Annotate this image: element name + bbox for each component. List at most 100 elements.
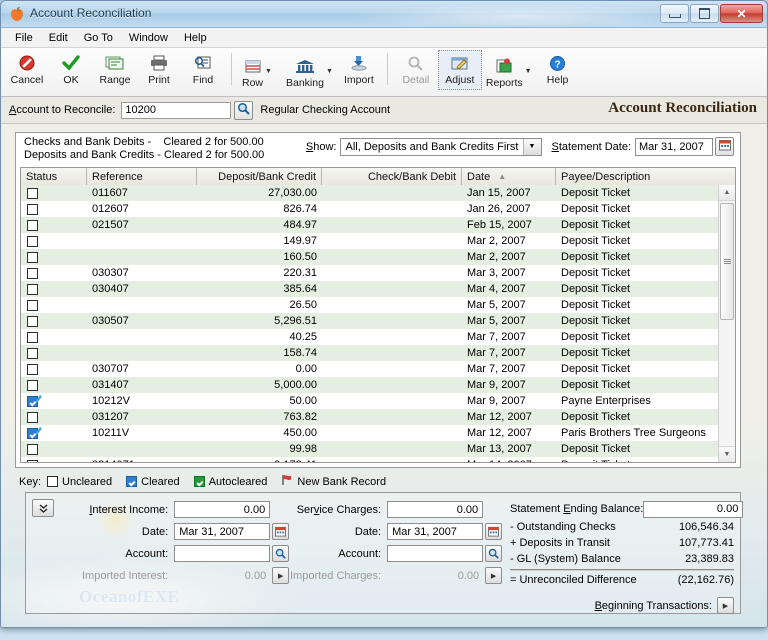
scroll-up-arrow-icon[interactable]: ▲ — [719, 185, 735, 201]
table-row[interactable]: 030407 385.64 Mar 4, 2007 Deposit Ticket — [21, 281, 719, 297]
table-row[interactable]: 158.74 Mar 7, 2007 Deposit Ticket — [21, 345, 719, 361]
scroll-down-arrow-icon[interactable]: ▼ — [719, 446, 735, 462]
row-status-cell[interactable] — [21, 331, 87, 343]
service-charges-input[interactable] — [387, 501, 484, 518]
unchecked-box-icon[interactable] — [27, 331, 38, 343]
row-status-cell[interactable] — [21, 426, 87, 439]
interest-income-input[interactable] — [174, 501, 271, 518]
row-status-cell[interactable] — [21, 379, 87, 391]
table-row[interactable]: 10212V 50.00 Mar 9, 2007 Payne Enterprises — [21, 393, 719, 409]
toolbar-print-button[interactable]: Print — [137, 50, 181, 90]
imported-charges-more-button[interactable]: ▶ — [485, 567, 503, 584]
unchecked-box-icon[interactable] — [27, 347, 38, 359]
unchecked-box-icon[interactable] — [27, 187, 38, 199]
expand-collapse-button[interactable] — [32, 499, 54, 517]
row-status-cell[interactable] — [21, 267, 87, 279]
toolbar-find-button[interactable]: Find — [181, 50, 225, 90]
table-row[interactable]: 031207 763.82 Mar 12, 2007 Deposit Ticket — [21, 409, 719, 425]
unchecked-box-icon[interactable] — [27, 299, 38, 311]
table-row[interactable]: 99.98 Mar 13, 2007 Deposit Ticket — [21, 441, 719, 457]
table-row[interactable]: 160.50 Mar 2, 2007 Deposit Ticket — [21, 249, 719, 265]
chevron-down-icon[interactable]: ▼ — [265, 68, 272, 75]
show-select[interactable]: All, Deposits and Bank Credits First ▼ — [340, 137, 542, 156]
row-status-cell[interactable] — [21, 443, 87, 455]
row-status-cell[interactable] — [21, 235, 87, 247]
imported-interest-more-button[interactable]: ▶ — [272, 567, 290, 584]
unchecked-box-icon[interactable] — [27, 267, 38, 279]
table-row[interactable]: 030707 0.00 Mar 7, 2007 Deposit Ticket — [21, 361, 719, 377]
interest-account-input[interactable] — [174, 545, 271, 562]
table-row[interactable]: 012607 826.74 Jan 26, 2007 Deposit Ticket — [21, 201, 719, 217]
unchecked-box-icon[interactable] — [27, 443, 38, 455]
table-row[interactable]: 03140713,178.41 Mar 14, 2007Deposit Ticke… — [21, 457, 719, 462]
unchecked-box-icon[interactable] — [27, 235, 38, 247]
toolbar-detail-button[interactable]: Detail — [394, 50, 438, 90]
account-lookup-button[interactable] — [234, 100, 254, 120]
toolbar-ok-button[interactable]: OK — [49, 50, 93, 90]
interest-date-calendar-button[interactable] — [272, 523, 290, 540]
unchecked-box-icon[interactable] — [27, 283, 38, 295]
toolbar-adjust-button[interactable]: Adjust — [437, 50, 482, 90]
table-row[interactable]: 031407 5,000.00 Mar 9, 2007 Deposit Ticket — [21, 377, 719, 393]
table-row[interactable]: 26.50 Mar 5, 2007 Deposit Ticket — [21, 297, 719, 313]
row-status-cell[interactable] — [21, 411, 87, 423]
table-row[interactable]: 030507 5,296.51 Mar 5, 2007 Deposit Ticket — [21, 313, 719, 329]
chevron-down-icon[interactable]: ▼ — [326, 68, 333, 75]
table-row[interactable]: 021507 484.97 Feb 15, 2007 Deposit Ticket — [21, 217, 719, 233]
table-row[interactable]: 030307 220.31 Mar 3, 2007 Deposit Ticket — [21, 265, 719, 281]
close-button[interactable]: ✕ — [720, 4, 763, 23]
column-header-reference[interactable]: Reference — [87, 168, 197, 185]
column-header-date[interactable]: Date ▲ — [462, 168, 556, 185]
unchecked-box-icon[interactable] — [27, 315, 38, 327]
toolbar-range-button[interactable]: Range — [93, 50, 137, 90]
row-status-cell[interactable] — [21, 203, 87, 215]
unchecked-box-icon[interactable] — [27, 251, 38, 263]
unchecked-box-icon[interactable] — [27, 363, 38, 375]
toolbar-cancel-button[interactable]: Cancel — [5, 50, 49, 90]
column-header-check[interactable]: Check/Bank Debit — [322, 168, 462, 185]
row-status-cell[interactable] — [21, 187, 87, 199]
interest-date-input[interactable] — [174, 523, 271, 540]
menu-item-goto[interactable]: Go To — [76, 30, 121, 46]
menu-item-help[interactable]: Help — [176, 30, 215, 46]
row-status-cell[interactable] — [21, 299, 87, 311]
chevron-down-icon[interactable]: ▼ — [522, 138, 541, 155]
toolbar-banking-button[interactable]: Banking ▼ — [282, 50, 337, 90]
row-status-cell[interactable] — [21, 251, 87, 263]
unchecked-box-icon[interactable] — [27, 459, 38, 462]
row-status-cell[interactable] — [21, 459, 87, 462]
maximize-button[interactable] — [690, 4, 719, 23]
minimize-button[interactable] — [660, 4, 689, 23]
row-status-cell[interactable] — [21, 347, 87, 359]
column-header-status[interactable]: Status — [21, 168, 87, 185]
toolbar-row-button[interactable]: Row ▼ — [238, 50, 282, 90]
row-status-cell[interactable] — [21, 363, 87, 375]
unchecked-box-icon[interactable] — [27, 219, 38, 231]
chevron-down-icon[interactable]: ▼ — [525, 68, 532, 75]
menu-item-window[interactable]: Window — [121, 30, 176, 46]
interest-account-lookup-button[interactable] — [272, 545, 290, 562]
row-status-cell[interactable] — [21, 315, 87, 327]
scrollbar-thumb[interactable] — [720, 203, 734, 320]
unchecked-box-icon[interactable] — [27, 379, 38, 391]
account-input[interactable] — [121, 101, 232, 119]
statement-ending-balance-input[interactable] — [643, 500, 744, 518]
table-row[interactable]: 40.25 Mar 7, 2007 Deposit Ticket — [21, 329, 719, 345]
charges-date-calendar-button[interactable] — [485, 523, 503, 540]
toolbar-reports-button[interactable]: Reports ▼ — [482, 50, 536, 90]
table-row[interactable]: 10211V 450.00 Mar 12, 2007 Paris Brothers T… — [21, 425, 719, 441]
table-row[interactable]: 011607 27,030.00 Jan 15, 2007 Deposit Ticke… — [21, 185, 719, 201]
charges-account-input[interactable] — [387, 545, 484, 562]
menu-item-edit[interactable]: Edit — [41, 30, 76, 46]
unchecked-box-icon[interactable] — [27, 411, 38, 423]
row-status-cell[interactable] — [21, 394, 87, 407]
beginning-transactions-button[interactable]: ▶ — [717, 597, 734, 614]
toolbar-help-button[interactable]: ? Help — [536, 50, 580, 90]
column-header-deposit[interactable]: Deposit/Bank Credit — [197, 168, 322, 185]
table-row[interactable]: 149.97 Mar 2, 2007 Deposit Ticket — [21, 233, 719, 249]
menu-item-file[interactable]: File — [7, 30, 41, 46]
charges-date-input[interactable] — [387, 523, 484, 540]
statement-date-input[interactable] — [635, 137, 713, 156]
unchecked-box-icon[interactable] — [27, 203, 38, 215]
grid-vertical-scrollbar[interactable]: ▲ ▼ — [718, 185, 735, 462]
